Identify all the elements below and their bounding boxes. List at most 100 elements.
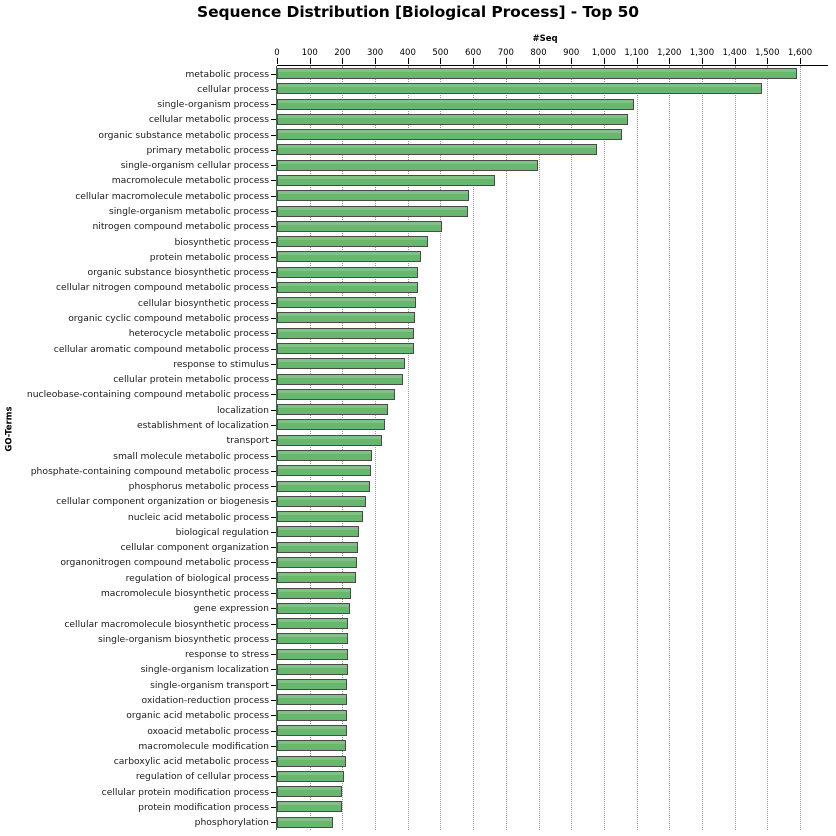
bar[interactable]	[277, 740, 347, 752]
bar[interactable]	[277, 419, 385, 431]
y-tick-mark	[271, 302, 276, 304]
gridline	[767, 66, 769, 830]
bar[interactable]	[277, 801, 342, 813]
category-label: carboxylic acid metabolic process	[113, 756, 269, 768]
x-tick-label: 1,000	[591, 48, 617, 58]
bar[interactable]	[277, 190, 469, 202]
bar[interactable]	[277, 679, 347, 691]
bar[interactable]	[277, 816, 333, 828]
y-tick-mark	[271, 562, 276, 564]
category-label: response to stress	[185, 649, 269, 661]
category-label: cellular macromolecule biosynthetic proc…	[64, 618, 269, 630]
y-tick-mark	[271, 470, 276, 472]
category-label: macromolecule modification	[138, 740, 269, 752]
y-tick-mark	[271, 638, 276, 640]
bar[interactable]	[277, 725, 347, 737]
bar[interactable]	[277, 68, 798, 79]
x-tick-mark	[800, 58, 801, 64]
bar[interactable]	[277, 556, 358, 568]
x-tick-label: 200	[334, 48, 351, 58]
bar[interactable]	[277, 495, 366, 507]
x-tick-mark	[603, 58, 605, 64]
y-tick-mark	[271, 211, 276, 213]
x-tick-label: 0	[274, 48, 280, 58]
bar[interactable]	[277, 205, 468, 217]
bar[interactable]	[277, 770, 344, 782]
bar[interactable]	[277, 541, 359, 553]
y-tick-mark	[271, 165, 276, 167]
bar[interactable]	[277, 388, 396, 400]
bar[interactable]	[277, 602, 350, 614]
y-tick-mark	[271, 761, 276, 763]
category-label: phosphorylation	[194, 817, 269, 829]
category-label: oxoacid metabolic process	[147, 725, 269, 737]
bar[interactable]	[277, 404, 389, 416]
bar[interactable]	[277, 358, 406, 370]
category-label: cellular macromolecule metabolic process	[75, 190, 269, 202]
y-tick-mark	[271, 333, 276, 335]
bar[interactable]	[277, 281, 419, 293]
bar[interactable]	[277, 297, 416, 309]
bar[interactable]	[277, 373, 403, 385]
category-label: phosphate-containing compound metabolic …	[30, 465, 269, 477]
x-tick-mark	[277, 58, 278, 64]
bar[interactable]	[277, 450, 373, 461]
category-label: single-organism biosynthetic process	[98, 633, 269, 645]
category-label: heterocycle metabolic process	[128, 328, 269, 340]
bar[interactable]	[277, 343, 414, 355]
x-tick-mark	[669, 58, 671, 64]
y-tick-mark	[271, 348, 276, 350]
bar[interactable]	[277, 648, 348, 660]
category-label: phosphorus metabolic process	[128, 481, 269, 493]
bar[interactable]	[277, 98, 635, 110]
category-label: cellular protein metabolic process	[113, 374, 269, 386]
bar[interactable]	[277, 174, 496, 186]
bar[interactable]	[277, 236, 429, 248]
bar[interactable]	[277, 480, 371, 492]
bar[interactable]	[277, 159, 538, 171]
bar[interactable]	[277, 266, 419, 278]
bar[interactable]	[277, 755, 346, 767]
bar[interactable]	[277, 83, 763, 95]
bar[interactable]	[277, 312, 415, 324]
category-label: transport	[226, 435, 269, 447]
bar[interactable]	[277, 786, 343, 798]
bar[interactable]	[277, 465, 372, 477]
bar[interactable]	[277, 587, 351, 599]
bar[interactable]	[277, 694, 347, 706]
x-tick-label: 1,600	[787, 48, 813, 58]
bar[interactable]	[277, 511, 363, 523]
bar[interactable]	[277, 327, 415, 339]
y-tick-mark	[271, 149, 276, 151]
bar[interactable]	[277, 526, 360, 538]
bar[interactable]	[277, 434, 383, 446]
bar[interactable]	[277, 251, 422, 263]
category-label: macromolecule metabolic process	[111, 175, 269, 187]
y-tick-mark	[271, 409, 276, 411]
x-tick-label: 500	[432, 48, 449, 58]
y-tick-mark	[271, 684, 276, 686]
category-label: nucleobase-containing compound metabolic…	[26, 389, 269, 401]
y-tick-mark	[271, 241, 276, 243]
bar[interactable]	[277, 144, 598, 156]
gridline	[571, 66, 573, 830]
y-tick-mark	[271, 256, 276, 258]
plot-area	[277, 66, 801, 830]
x-tick-mark	[375, 58, 377, 64]
bar[interactable]	[277, 129, 622, 141]
y-tick-mark	[271, 73, 276, 75]
category-label: oxidation-reduction process	[141, 694, 269, 706]
bar[interactable]	[277, 113, 629, 125]
y-tick-mark	[271, 501, 276, 503]
category-label: organonitrogen compound metabolic proces…	[60, 557, 269, 569]
y-tick-mark	[271, 516, 276, 518]
x-tick-label: 300	[366, 48, 384, 58]
category-label: establishment of localization	[137, 419, 269, 431]
bar[interactable]	[277, 618, 349, 630]
bar[interactable]	[277, 663, 348, 675]
bar[interactable]	[277, 633, 349, 645]
bar[interactable]	[277, 709, 347, 721]
bar[interactable]	[277, 572, 357, 584]
bar[interactable]	[277, 220, 443, 232]
category-label: biological regulation	[175, 526, 269, 538]
